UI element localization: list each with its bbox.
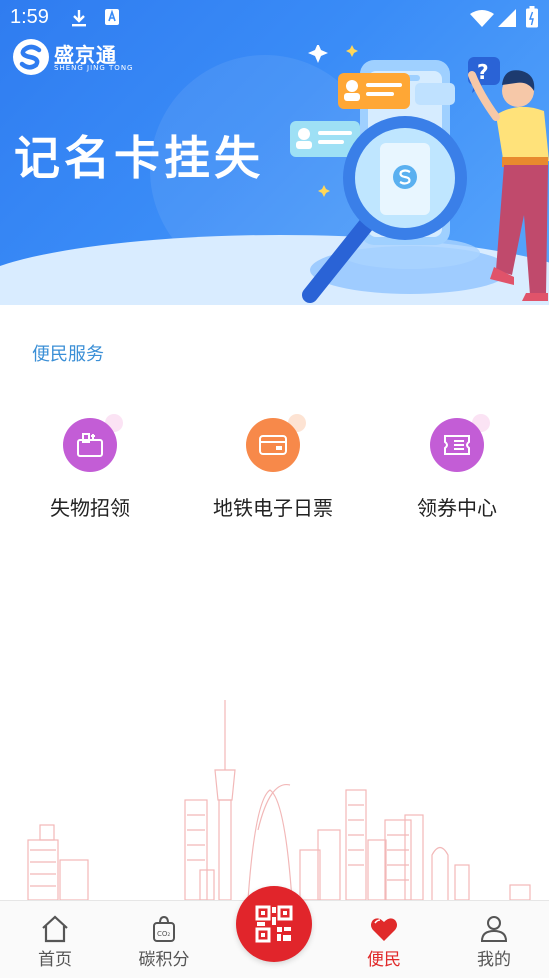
nav-label: 我的 — [477, 950, 511, 970]
nav-services[interactable]: 便民 — [344, 915, 424, 970]
service-icon-wrap — [55, 412, 125, 482]
download-icon — [72, 10, 86, 27]
service-label: 领券中心 — [417, 496, 497, 520]
heart-icon — [371, 918, 397, 941]
home-icon — [42, 915, 68, 943]
status-time: 1:59 — [10, 6, 49, 28]
nav-profile[interactable]: 我的 — [454, 915, 534, 970]
service-coupon-center[interactable]: 领券中心 — [382, 412, 532, 521]
service-label: 地铁电子日票 — [213, 496, 333, 520]
profile-icon — [480, 916, 508, 942]
svg-text:CO₂: CO₂ — [157, 930, 170, 938]
service-icon-wrap — [422, 412, 492, 482]
service-lost-found[interactable]: 失物招领 — [15, 412, 165, 521]
nav-carbon-points[interactable]: CO₂ 碳积分 — [124, 915, 204, 970]
section-title-services: 便民服务 — [32, 344, 104, 365]
qr-code-button[interactable] — [236, 886, 312, 962]
nav-home[interactable]: 首页 — [15, 915, 95, 970]
battery-icon — [526, 6, 538, 28]
nav-label: 便民 — [367, 950, 401, 970]
metro-ticket-icon — [246, 418, 300, 472]
city-skyline-illustration — [27, 700, 531, 900]
service-label: 失物招领 — [50, 496, 130, 520]
coupon-icon — [430, 418, 484, 472]
status-bar: 1:59 — [0, 0, 549, 36]
notification-a-icon — [105, 9, 119, 25]
logo-english: SHENG JING TONG — [54, 64, 134, 72]
banner-title: 记名卡挂失 — [14, 131, 264, 185]
app-logo: 盛京通 SHENG JING TONG — [12, 38, 132, 78]
carbon-points-icon: CO₂ — [153, 915, 175, 942]
logo-mark-icon — [13, 39, 49, 75]
qr-code-icon — [255, 905, 293, 943]
banner-illustration: ? — [290, 45, 549, 303]
wifi-icon — [470, 10, 494, 27]
nav-label: 首页 — [38, 950, 72, 970]
signal-icon — [498, 9, 516, 27]
service-metro-ticket[interactable]: 地铁电子日票 — [198, 412, 348, 521]
lost-found-icon — [63, 418, 117, 472]
svg-text:?: ? — [477, 60, 489, 84]
nav-label: 碳积分 — [138, 950, 190, 970]
service-icon-wrap — [238, 412, 308, 482]
banner[interactable]: 1:59 盛京通 SHENG JING TONG 记名卡挂失 ? — [0, 0, 549, 305]
